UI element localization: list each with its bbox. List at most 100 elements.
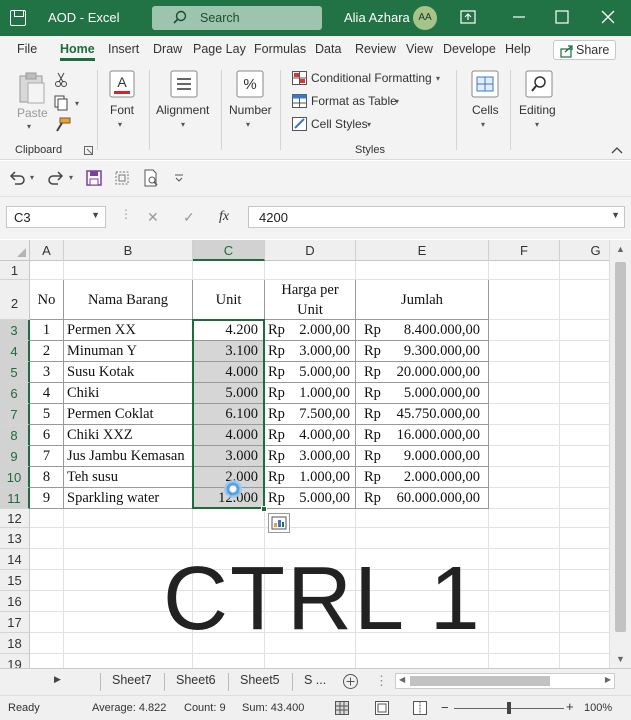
- scroll-right-icon[interactable]: ▶: [605, 675, 611, 684]
- page-layout-view-icon[interactable]: [375, 701, 389, 715]
- cell[interactable]: [560, 341, 609, 362]
- autosave-icon[interactable]: [10, 10, 26, 26]
- row-header-12[interactable]: 12: [0, 509, 30, 528]
- cell-no[interactable]: 7: [30, 446, 64, 467]
- cell-no[interactable]: 4: [30, 383, 64, 404]
- collapse-ribbon-icon[interactable]: [611, 146, 623, 154]
- zoom-in-icon[interactable]: +: [566, 699, 574, 714]
- cell[interactable]: [356, 509, 489, 528]
- row-header-13[interactable]: 13: [0, 528, 30, 549]
- cell-nama-barang[interactable]: Chiki XXZ: [64, 425, 193, 446]
- cell[interactable]: [30, 261, 64, 280]
- print-preview-icon[interactable]: [143, 169, 159, 187]
- ribbon-display-icon[interactable]: [459, 8, 477, 26]
- cell-jumlah[interactable]: Rp 8.400.000,00: [356, 320, 489, 341]
- customize-qat-icon[interactable]: [174, 173, 184, 183]
- column-header-b[interactable]: B: [64, 240, 193, 261]
- scroll-up-icon[interactable]: ▲: [616, 244, 625, 254]
- conditional-formatting-icon[interactable]: [292, 71, 307, 85]
- copy-icon[interactable]: [53, 95, 69, 111]
- number-dropdown-icon[interactable]: ▾: [246, 120, 250, 129]
- cell[interactable]: [560, 612, 609, 633]
- cell[interactable]: [489, 570, 560, 591]
- select-all-icon[interactable]: [114, 170, 130, 186]
- column-header-f[interactable]: F: [489, 240, 560, 261]
- redo-dropdown-icon[interactable]: ▾: [69, 173, 73, 182]
- row-header-7[interactable]: 7: [0, 404, 30, 425]
- cell[interactable]: [560, 549, 609, 570]
- cell[interactable]: [489, 612, 560, 633]
- cell-jumlah[interactable]: Rp 2.000.000,00: [356, 467, 489, 488]
- cancel-entry-icon[interactable]: ✕: [147, 209, 159, 226]
- column-header-e[interactable]: E: [356, 240, 489, 261]
- formula-bar-options-icon[interactable]: ⋮: [120, 207, 132, 221]
- cell-harga[interactable]: Rp 1.000,00: [265, 383, 356, 404]
- sheet-tab-more[interactable]: S ...: [304, 673, 326, 687]
- zoom-out-icon[interactable]: −: [441, 700, 449, 715]
- cell[interactable]: [560, 528, 609, 549]
- editing-dropdown-icon[interactable]: ▾: [535, 120, 539, 129]
- confirm-entry-icon[interactable]: ✓: [183, 209, 195, 226]
- cell[interactable]: [64, 509, 193, 528]
- tab-help[interactable]: Help: [505, 42, 531, 56]
- name-box[interactable]: C3 ▼: [6, 206, 106, 228]
- row-header-9[interactable]: 9: [0, 446, 30, 467]
- cell-nama-barang[interactable]: Permen Coklat: [64, 404, 193, 425]
- cell[interactable]: [193, 654, 265, 668]
- cell-jumlah[interactable]: Rp 5.000.000,00: [356, 383, 489, 404]
- conditional-formatting-dropdown-icon[interactable]: ▾: [436, 74, 440, 83]
- quick-analysis-button[interactable]: [268, 513, 290, 533]
- cell[interactable]: [193, 261, 265, 280]
- cell-harga[interactable]: Rp 3.000,00: [265, 446, 356, 467]
- cell[interactable]: [560, 320, 609, 341]
- column-header-c[interactable]: C: [193, 240, 265, 261]
- cell[interactable]: [30, 549, 64, 570]
- sheet-scroll-right-icon[interactable]: ▶: [54, 674, 61, 685]
- cell[interactable]: [30, 509, 64, 528]
- cell-nama-barang[interactable]: Susu Kotak: [64, 362, 193, 383]
- add-sheet-icon[interactable]: [342, 673, 359, 690]
- search-box[interactable]: Search: [152, 6, 322, 30]
- font-icon[interactable]: A: [109, 70, 135, 98]
- cell[interactable]: [560, 446, 609, 467]
- minimize-icon[interactable]: [510, 8, 528, 26]
- cell[interactable]: [64, 528, 193, 549]
- scroll-left-icon[interactable]: ◀: [399, 675, 405, 684]
- cell[interactable]: [30, 612, 64, 633]
- format-as-table-icon[interactable]: [292, 94, 307, 108]
- cell[interactable]: [30, 633, 64, 654]
- cell[interactable]: [489, 280, 560, 320]
- cell[interactable]: [560, 570, 609, 591]
- cell[interactable]: [489, 446, 560, 467]
- row-header-6[interactable]: 6: [0, 383, 30, 404]
- cell-jumlah[interactable]: Rp 60.000.000,00: [356, 488, 489, 509]
- clipboard-launcher-icon[interactable]: [84, 146, 93, 155]
- cell-no[interactable]: 2: [30, 341, 64, 362]
- cell-nama-barang[interactable]: Chiki: [64, 383, 193, 404]
- cell-harga[interactable]: Rp 5.000,00: [265, 488, 356, 509]
- table-header-unit[interactable]: Unit: [193, 280, 265, 320]
- table-header-jumlah[interactable]: Jumlah: [356, 280, 489, 320]
- format-painter-icon[interactable]: [53, 117, 71, 133]
- cell[interactable]: [489, 404, 560, 425]
- sheet-tab-sheet7[interactable]: Sheet7: [112, 673, 152, 687]
- cell[interactable]: [489, 383, 560, 404]
- number-format-icon[interactable]: %: [236, 70, 264, 98]
- conditional-formatting-label[interactable]: Conditional Formatting: [311, 71, 432, 85]
- cell[interactable]: [356, 261, 489, 280]
- tab-splitter-icon[interactable]: ⋮: [375, 673, 388, 689]
- page-break-view-icon[interactable]: [413, 701, 427, 715]
- name-box-dropdown-icon[interactable]: ▼: [91, 210, 100, 220]
- zoom-slider-knob[interactable]: [507, 702, 511, 714]
- row-header-11[interactable]: 11: [0, 488, 30, 509]
- cell-no[interactable]: 6: [30, 425, 64, 446]
- horizontal-scroll-thumb[interactable]: [410, 676, 550, 686]
- editing-icon[interactable]: [525, 70, 553, 98]
- undo-icon[interactable]: [8, 170, 26, 186]
- tab-formulas[interactable]: Formulas: [254, 42, 306, 56]
- cells-icon[interactable]: [471, 70, 499, 98]
- paste-dropdown-icon[interactable]: ▾: [27, 122, 31, 131]
- cell-jumlah[interactable]: Rp 45.750.000,00: [356, 404, 489, 425]
- cell-harga[interactable]: Rp 1.000,00: [265, 467, 356, 488]
- cell-nama-barang[interactable]: Teh susu: [64, 467, 193, 488]
